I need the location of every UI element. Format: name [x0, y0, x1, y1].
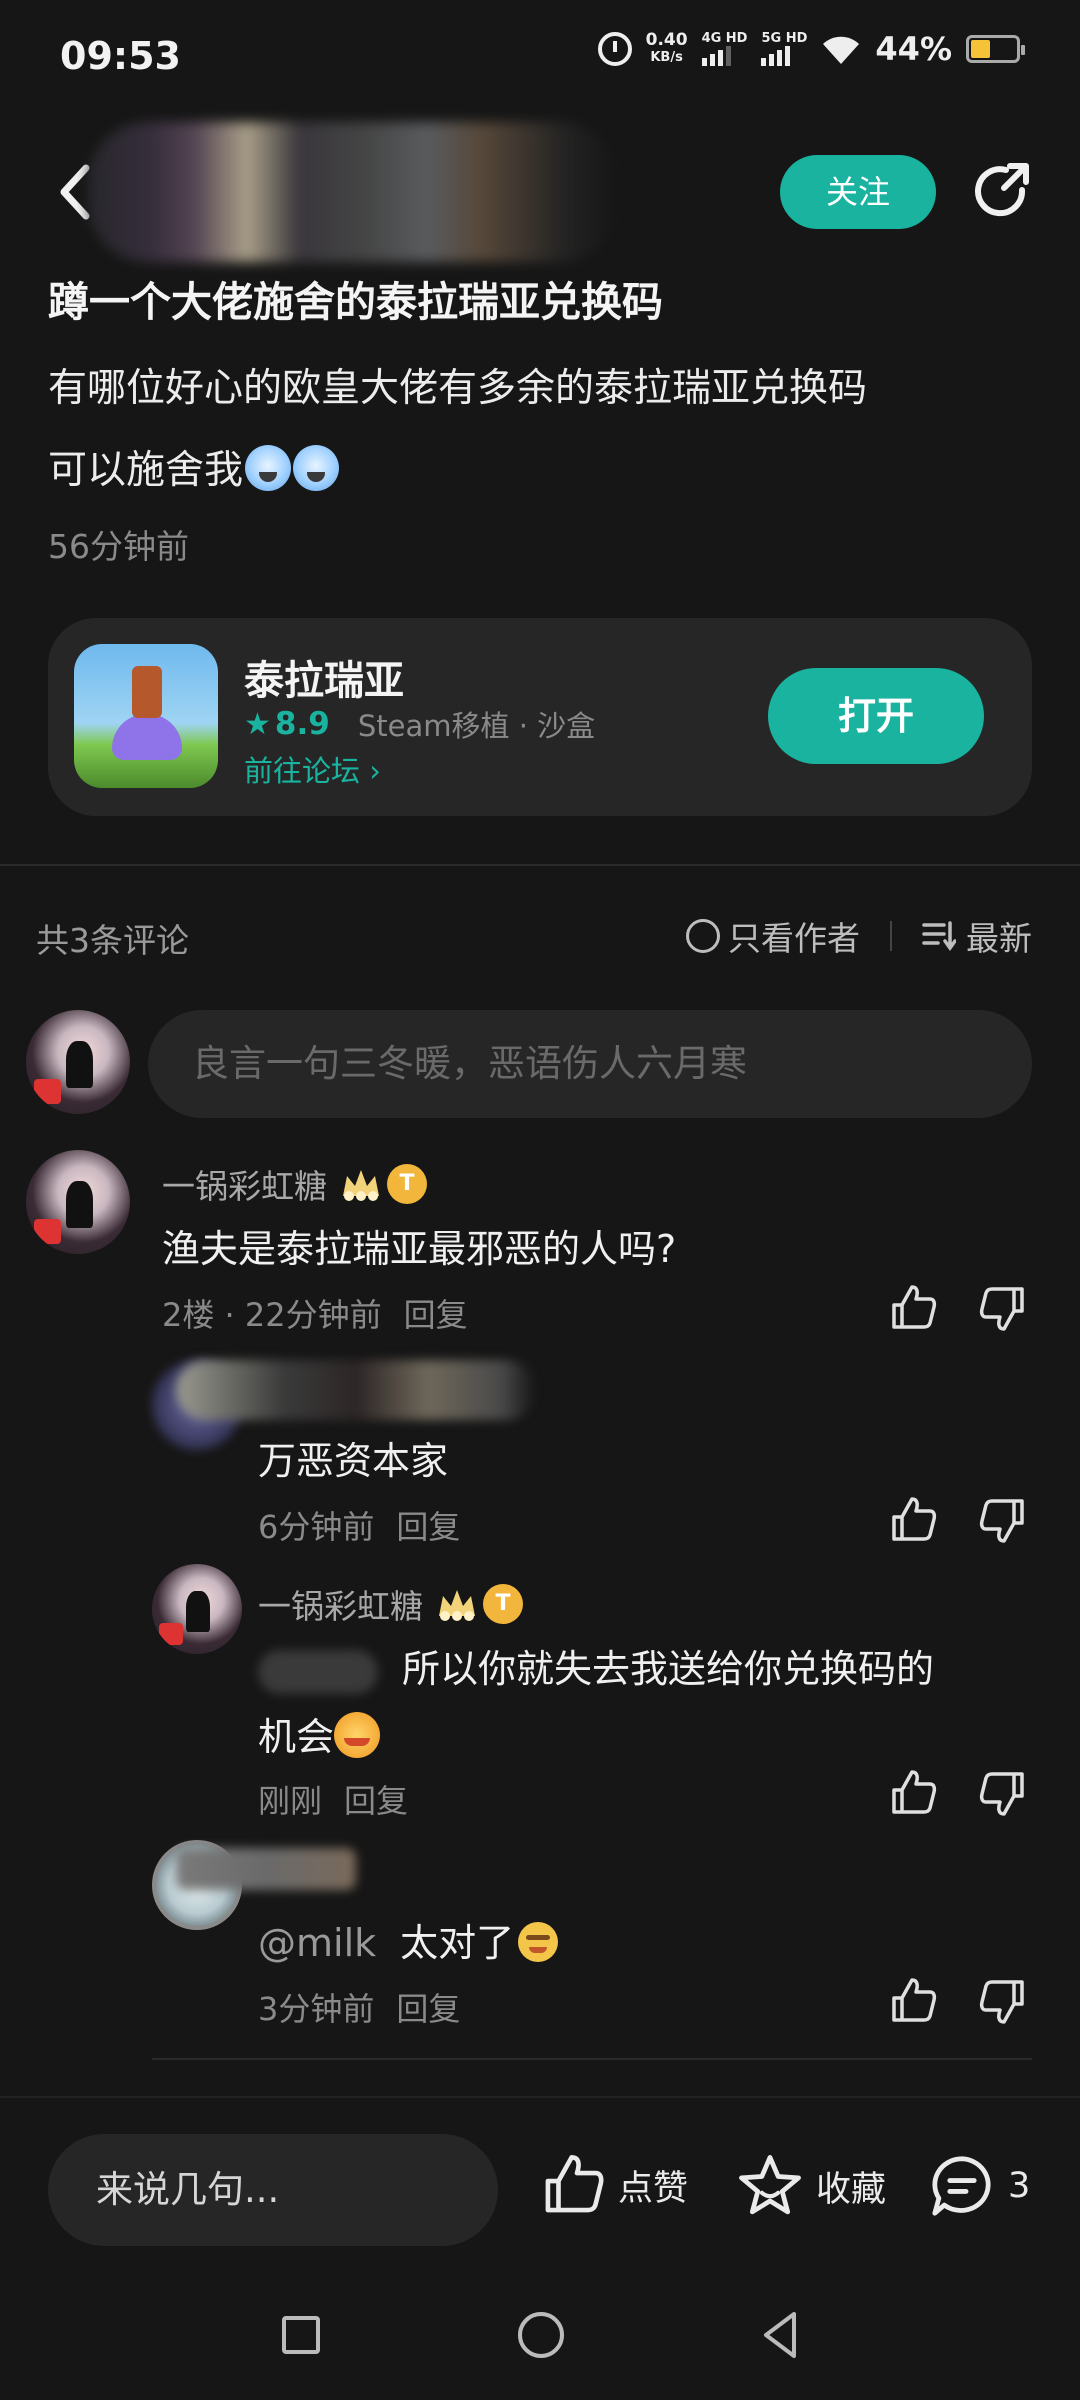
comment-meta: 2楼 · 22分钟前 回复	[162, 1296, 468, 1334]
dislike-icon[interactable]	[978, 1495, 1028, 1545]
bottom-action-bar: 来说几句... 点赞 收藏 3	[0, 2096, 1080, 2286]
app-tags: Steam移植 · 沙盒	[357, 709, 596, 743]
like-icon[interactable]	[888, 1283, 938, 1333]
like-button[interactable]: 点赞	[540, 2152, 688, 2218]
app-rating: 8.9	[274, 706, 330, 742]
mention-blurred[interactable]	[258, 1650, 378, 1694]
divider	[152, 2058, 1032, 2060]
dislike-icon[interactable]	[978, 1976, 1028, 2026]
crying-emoji-icon	[245, 445, 292, 491]
post-title: 蹲一个大佬施舍的泰拉瑞亚兑换码	[48, 278, 663, 326]
comment-user[interactable]: 一锅彩虹糖 T	[162, 1160, 427, 1208]
share-icon[interactable]	[970, 160, 1034, 224]
author-info-blurred[interactable]	[88, 122, 618, 262]
comment-filter: 只看作者 最新	[686, 912, 1032, 960]
app-card[interactable]: 泰拉瑞亚 ★ 8.9 Steam移植 · 沙盒 前往论坛 › 打开	[48, 618, 1032, 816]
divider	[0, 864, 1080, 866]
collect-button[interactable]: 收藏	[736, 2152, 886, 2220]
app-meta: ★ 8.9 Steam移植 · 沙盒	[244, 703, 595, 745]
radio-circle-icon[interactable]	[686, 919, 720, 953]
open-app-button[interactable]: 打开	[768, 668, 984, 764]
thumbs-up-icon	[545, 2154, 604, 2213]
comment-meta: 刚刚 回复	[258, 1782, 409, 1820]
smile-emoji-icon	[518, 1922, 559, 1962]
battery-percent: 44%	[875, 30, 952, 68]
reply-button[interactable]: 回复	[396, 1508, 460, 1546]
home-icon[interactable]	[518, 2312, 564, 2358]
comment-text: 万恶资本家	[258, 1439, 449, 1483]
comment-input[interactable]: 良言一句三冬暖，恶语伤人六月寒	[148, 1010, 1032, 1118]
author-only-toggle[interactable]: 只看作者	[728, 912, 860, 960]
sim1-signal-icon: 4G HD	[701, 32, 747, 66]
avatar[interactable]	[152, 1564, 242, 1654]
dislike-icon[interactable]	[978, 1768, 1028, 1818]
follow-button[interactable]: 关注	[780, 155, 936, 229]
status-icons: 0.40 KB/s 4G HD 5G HD 44%	[597, 30, 1025, 68]
username-blurred[interactable]	[176, 1848, 356, 1890]
recent-apps-icon[interactable]	[282, 2316, 320, 2354]
comment-text: 所以你就失去我送给你兑换码的	[402, 1647, 935, 1691]
comment-user[interactable]: 一锅彩虹糖 T	[258, 1580, 523, 1628]
terraria-app-icon	[74, 644, 218, 788]
comment-text-line2: 机会	[258, 1702, 381, 1772]
crying-emoji-icon	[293, 445, 340, 491]
sort-icon[interactable]	[922, 921, 956, 951]
app-name: 泰拉瑞亚	[244, 658, 404, 704]
battery-icon	[966, 35, 1025, 63]
comment-text: 渔夫是泰拉瑞亚最邪恶的人吗?	[162, 1227, 677, 1271]
mention[interactable]: @milk	[258, 1921, 376, 1965]
alarm-icon	[597, 32, 632, 66]
avatar[interactable]	[26, 1150, 130, 1254]
say-something-input[interactable]: 来说几句...	[48, 2134, 498, 2246]
my-avatar	[26, 1010, 130, 1114]
sim2-signal-icon: 5G HD	[761, 32, 807, 66]
forum-link[interactable]: 前往论坛 ›	[244, 748, 381, 790]
status-time: 09:53	[60, 34, 181, 78]
sort-latest[interactable]: 最新	[966, 912, 1032, 960]
chevron-right-icon: ›	[369, 754, 381, 788]
comment-meta: 3分钟前 回复	[258, 1990, 461, 2028]
system-nav-bar	[0, 2286, 1080, 2400]
comment-bubble-icon	[932, 2156, 991, 2216]
like-icon[interactable]	[888, 1768, 938, 1818]
like-icon[interactable]	[888, 1495, 938, 1545]
like-icon[interactable]	[888, 1976, 938, 2026]
username-blurred[interactable]	[176, 1360, 536, 1420]
wifi-icon	[823, 36, 860, 64]
comment-count: 共3条评论	[36, 921, 189, 960]
net-speed: 0.40 KB/s	[645, 30, 688, 65]
comment-button[interactable]: 3	[928, 2152, 1030, 2220]
star-outline-icon	[739, 2155, 801, 2215]
level-badge-icon: T	[483, 1584, 523, 1624]
post-body: 有哪位好心的欧皇大佬有多余的泰拉瑞亚兑换码 可以施舍我	[48, 366, 868, 493]
reply-button[interactable]: 回复	[404, 1296, 468, 1334]
reply-button[interactable]: 回复	[344, 1782, 408, 1820]
level-badge-icon: T	[387, 1164, 427, 1204]
crown-icon	[439, 1590, 475, 1621]
crown-icon	[343, 1170, 379, 1201]
comment-meta: 6分钟前 回复	[258, 1508, 461, 1546]
status-bar: 09:53 0.40 KB/s 4G HD 5G HD 44%	[0, 0, 1080, 110]
back-triangle-icon[interactable]	[760, 2310, 800, 2360]
grinning-emoji-icon	[334, 1712, 381, 1758]
star-icon: ★	[244, 706, 271, 742]
dislike-icon[interactable]	[978, 1283, 1028, 1333]
post-time: 56分钟前	[48, 527, 189, 566]
comment-text: @milk 太对了	[258, 1908, 559, 1978]
reply-button[interactable]: 回复	[396, 1990, 460, 2028]
